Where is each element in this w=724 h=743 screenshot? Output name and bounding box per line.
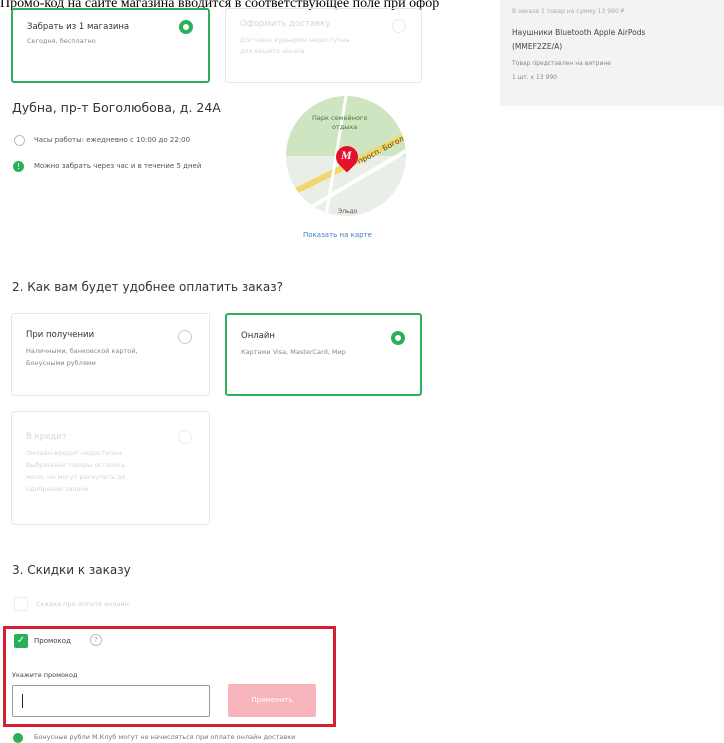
- pickup-radio[interactable]: [179, 20, 193, 34]
- courier-radio: [392, 19, 406, 33]
- store-map[interactable]: Парк семейного отдыха M просп. Боголю Эл…: [286, 96, 406, 216]
- payment-on-receipt-title: При получении: [26, 330, 95, 340]
- pickup-note: Можно забрать через час и в течение 5 дн…: [34, 162, 202, 170]
- order-product-code: (MMEF2ZE/A): [512, 42, 563, 51]
- payment-online-sub: Картами Visa, MasterCard, Мир: [241, 348, 346, 356]
- order-product-qty: 1 шт. x 13 990: [512, 74, 557, 81]
- promo-field-label: Укажите промокод: [12, 671, 78, 679]
- info-icon: !: [13, 161, 24, 172]
- pickup-option-card[interactable]: Забрать из 1 магазина Сегодня, бесплатно: [11, 8, 210, 83]
- online-discount-checkbox: [14, 597, 28, 611]
- order-summary-count: В заказе 1 товар на сумму 13 990 ₽: [512, 8, 625, 15]
- payment-credit-radio: [178, 430, 192, 444]
- map-pin-letter: M: [341, 148, 352, 162]
- text-cursor: [22, 694, 23, 708]
- payment-on-receipt-radio[interactable]: [178, 330, 192, 344]
- discounts-heading: 3. Скидки к заказу: [12, 563, 131, 577]
- order-product-note: Товар представлен на витрине: [512, 60, 611, 67]
- map-park-label-2: отдыха: [332, 123, 358, 131]
- pickup-option-subtitle: Сегодня, бесплатно: [27, 37, 96, 45]
- promo-label: Промокод: [34, 637, 71, 645]
- payment-online-radio[interactable]: [391, 331, 405, 345]
- store-hours: Часы работы: ежедневно с 10:00 до 22:00: [34, 136, 191, 144]
- courier-option-card: Оформить доставку Доставка курьером недо…: [225, 8, 422, 83]
- apply-promo-button[interactable]: Применить: [228, 684, 316, 717]
- payment-credit-sub2: Выбранные товары остались: [26, 461, 126, 469]
- map-shop-label: Эльдо: [338, 208, 358, 215]
- payment-credit-title: В кредит: [26, 432, 67, 442]
- payment-credit-card: В кредит Онлайн-кредит недоступен. Выбра…: [11, 411, 210, 525]
- payment-on-receipt-card[interactable]: При получении Наличными, банковской карт…: [11, 313, 210, 396]
- payment-online-card[interactable]: Онлайн Картами Visa, MasterCard, Мир: [225, 313, 422, 396]
- apply-promo-button-label: Применить: [251, 696, 293, 704]
- store-address: Дубна, пр-т Боголюбова, д. 24А: [12, 100, 221, 115]
- online-discount-label: Скидка при оплате онлайн: [36, 600, 129, 608]
- courier-option-title: Оформить доставку: [240, 19, 331, 29]
- promo-help-icon[interactable]: ?: [90, 634, 102, 646]
- show-on-map-link[interactable]: Показать на карте: [303, 231, 372, 239]
- payment-on-receipt-sub1: Наличными, банковской картой,: [26, 347, 138, 355]
- payment-credit-sub1: Онлайн-кредит недоступен.: [26, 449, 124, 457]
- courier-option-subtitle-2: для вашего заказа: [240, 47, 305, 55]
- payment-credit-sub3: мало, но могут раскупить до: [26, 473, 126, 481]
- courier-option-subtitle: Доставка курьером недоступна: [240, 36, 350, 44]
- map-park-label: Парк семейного: [312, 114, 368, 122]
- payment-credit-sub4: одобрения заявки.: [26, 485, 91, 493]
- clock-icon: [14, 135, 25, 146]
- payment-heading: 2. Как вам будет удобнее оплатить заказ?: [12, 280, 284, 294]
- promo-input[interactable]: [12, 685, 210, 717]
- payment-online-title: Онлайн: [241, 331, 275, 341]
- order-summary: В заказе 1 товар на сумму 13 990 ₽ Наушн…: [500, 0, 724, 106]
- promo-checkbox[interactable]: ✓: [14, 634, 28, 648]
- order-product-name: Наушники Bluetooth Apple AirPods: [512, 28, 646, 37]
- pickup-option-title: Забрать из 1 магазина: [27, 22, 130, 32]
- bottom-info-icon: [13, 733, 23, 743]
- payment-on-receipt-sub2: Бонусными рублями: [26, 359, 96, 367]
